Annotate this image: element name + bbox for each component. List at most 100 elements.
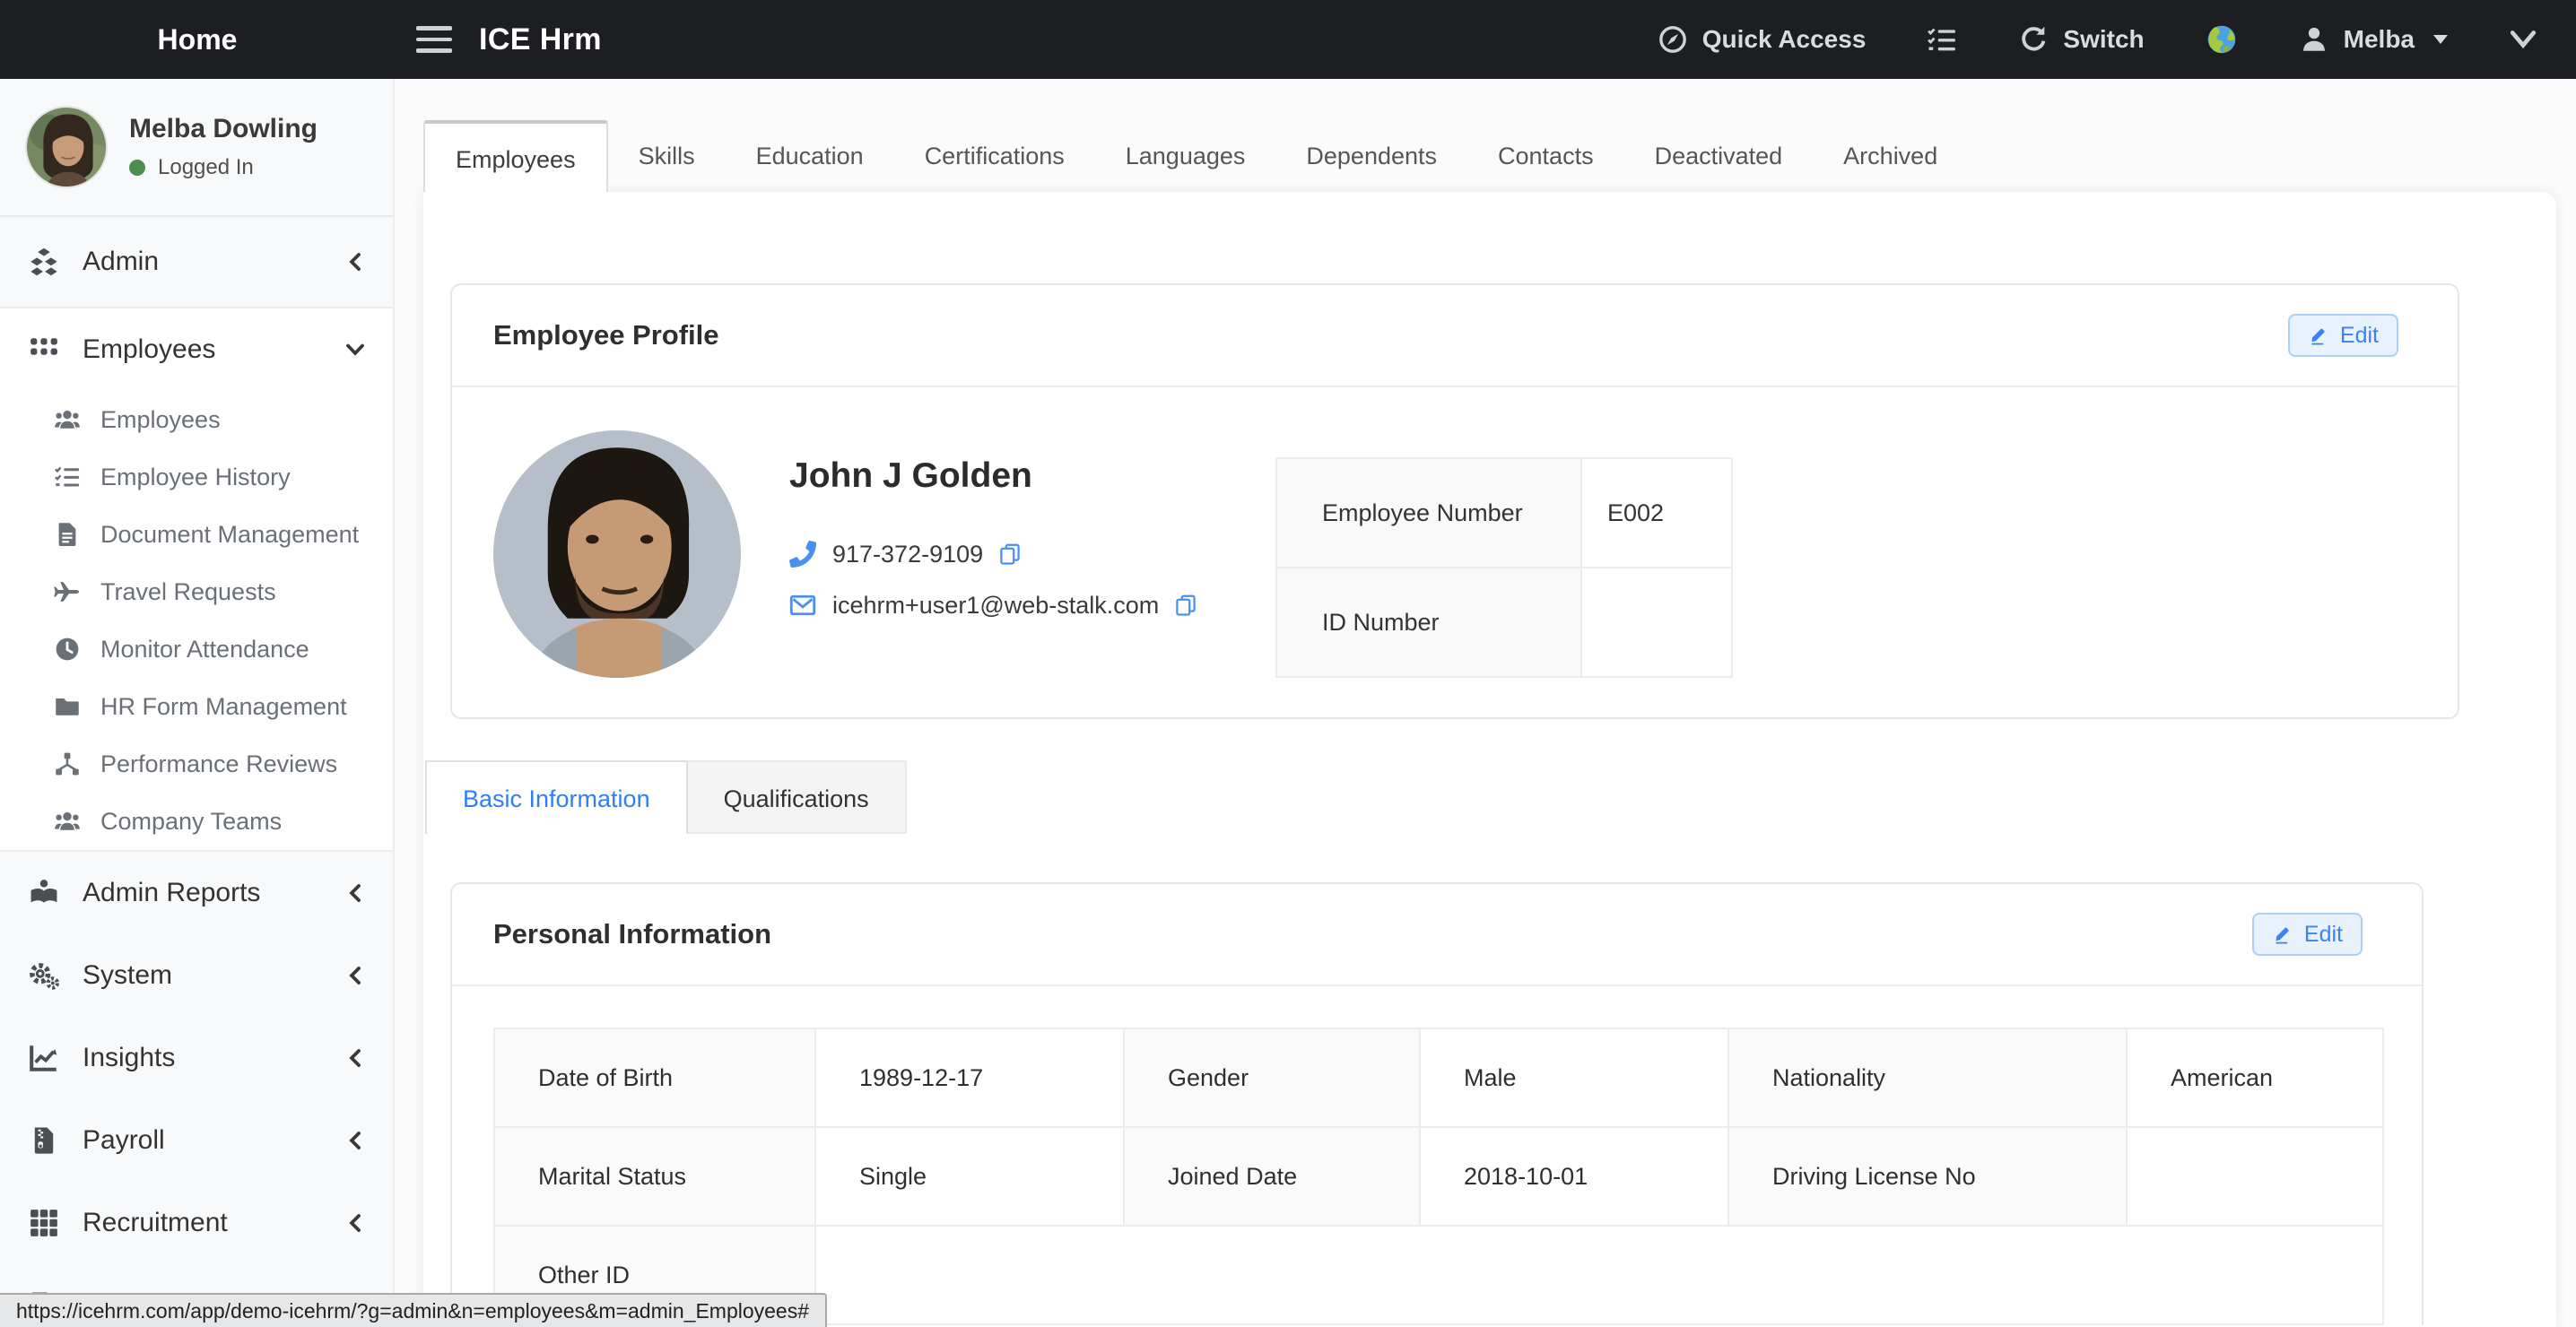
tab-certifications[interactable]: Certifications [894,120,1095,192]
chevron-left-icon [346,1132,364,1149]
sidebar-item-label: Company Teams [100,808,282,836]
sidebar-item-performance-reviews[interactable]: Performance Reviews [0,735,393,793]
personal-information-card: Personal Information Edit Date of Birth … [450,882,2424,1325]
employee-name: John J Golden [789,455,1197,498]
checklist-icon [54,464,81,490]
sidebar-item-monitor-attendance[interactable]: Monitor Attendance [0,620,393,678]
employee-email[interactable]: icehrm+user1@web-stalk.com [832,592,1159,620]
field-value: Single [815,1127,1124,1226]
field-value [2127,1127,2383,1226]
copy-icon[interactable] [999,543,1021,565]
meta-value: E002 [1581,458,1732,568]
employee-photo [493,430,741,678]
compass-icon [1658,24,1688,55]
meta-label: ID Number [1276,568,1581,677]
sidebar-item-label: System [83,960,172,991]
tab-basic-information[interactable]: Basic Information [425,760,688,834]
card-title: Employee Profile [493,319,719,351]
copy-icon[interactable] [1175,594,1197,616]
sidebar-item-employees[interactable]: Employees [0,391,393,448]
pencil-icon [2272,924,2293,945]
app-title: ICE Hrm [479,22,602,57]
employee-profile-card: Employee Profile Edit John J Gol [450,283,2459,719]
tab-contacts[interactable]: Contacts [1467,120,1624,192]
field-label: Marital Status [494,1127,815,1226]
chevron-down-icon[interactable] [2510,29,2537,50]
sidebar-item-employee-history[interactable]: Employee History [0,448,393,506]
edit-profile-button[interactable]: Edit [2288,314,2398,357]
sidebar-item-company-teams[interactable]: Company Teams [0,793,393,850]
sidebar-item-label: Admin Reports [83,878,260,908]
sidebar-user-profile[interactable]: Melba Dowling Logged In [0,79,393,217]
tab-employees[interactable]: Employees [423,120,608,192]
tab-dependents[interactable]: Dependents [1275,120,1467,192]
sidebar-item-travel-requests[interactable]: Travel Requests [0,563,393,620]
sidebar-item-recruitment[interactable]: Recruitment [0,1182,393,1264]
edit-label: Edit [2340,323,2379,349]
employee-meta-table: Employee Number E002 ID Number [1275,457,1733,678]
tab-deactivated[interactable]: Deactivated [1624,120,1814,192]
user-icon [2299,24,2329,55]
main-content: Employees Skills Education Certification… [395,79,2576,1327]
sidebar-item-hr-form-management[interactable]: HR Form Management [0,678,393,735]
users-icon [54,406,81,433]
chevron-left-icon [346,884,364,902]
field-value: 1989-12-17 [815,1028,1124,1127]
home-link[interactable]: Home [0,23,395,56]
topbar-actions: Quick Access Switch Melba [1658,23,2576,56]
tab-archived[interactable]: Archived [1813,120,1968,192]
module-tabs: Employees Skills Education Certification… [423,120,2576,192]
user-name-label: Melba [2344,25,2415,54]
sidebar-item-label: Employees [83,334,215,365]
switch-label: Switch [2063,25,2144,54]
tab-languages[interactable]: Languages [1095,120,1276,192]
employee-phone[interactable]: 917-372-9109 [832,541,983,568]
table-row: Employee Number E002 [1276,458,1732,568]
diagram-icon [54,750,81,777]
envelope-icon [789,592,816,619]
users-icon [54,808,81,835]
tab-education[interactable]: Education [726,120,894,192]
personal-info-table: Date of Birth 1989-12-17 Gender Male Nat… [493,1028,2384,1325]
switch-button[interactable]: Switch [2018,24,2144,55]
sidebar-item-admin-reports[interactable]: Admin Reports [0,852,393,934]
sidebar-item-admin[interactable]: Admin [0,217,393,307]
field-value: American [2127,1028,2383,1127]
sidebar-user-avatar [25,106,108,188]
plane-icon [54,578,81,605]
sidebar-item-payroll[interactable]: Payroll [0,1099,393,1182]
sidebar-item-document-management[interactable]: Document Management [0,506,393,563]
grid-dots-icon [29,334,59,365]
language-button[interactable] [2206,23,2238,56]
globe-plugin-icon [2206,23,2238,56]
sidebar-item-label: HR Form Management [100,693,347,721]
field-label: Date of Birth [494,1028,815,1127]
edit-label: Edit [2304,922,2343,948]
employees-section: Employees Employees Employee History Doc… [0,307,393,852]
chart-line-icon [29,1043,59,1073]
grid-icon [29,1208,59,1238]
file-zipper-icon [29,1125,59,1156]
sidebar-item-system[interactable]: System [0,934,393,1017]
tab-qualifications[interactable]: Qualifications [688,760,907,834]
book-reader-icon [29,878,59,908]
user-menu[interactable]: Melba [2299,24,2449,55]
status-bar-url: https://icehrm.com/app/demo-icehrm/?g=ad… [0,1293,827,1327]
document-icon [54,521,81,548]
field-value: Male [1420,1028,1728,1127]
sidebar-item-label: Travel Requests [100,578,276,606]
sidebar-item-employees-section[interactable]: Employees [0,308,393,391]
detail-tabs: Basic Information Qualifications [425,760,2556,834]
tasks-button[interactable] [1927,24,1957,55]
field-value [815,1226,2383,1324]
card-title: Personal Information [493,918,771,950]
tab-skills[interactable]: Skills [608,120,726,192]
edit-personal-info-button[interactable]: Edit [2252,913,2363,956]
top-bar: Home ICE Hrm Quick Access Switch Melba [0,0,2576,79]
caret-down-icon [2432,34,2449,45]
checklist-icon [1927,24,1957,55]
quick-access-button[interactable]: Quick Access [1658,24,1867,55]
hamburger-menu-icon[interactable] [416,26,452,53]
sidebar-item-insights[interactable]: Insights [0,1017,393,1099]
sidebar-item-label: Insights [83,1043,175,1073]
